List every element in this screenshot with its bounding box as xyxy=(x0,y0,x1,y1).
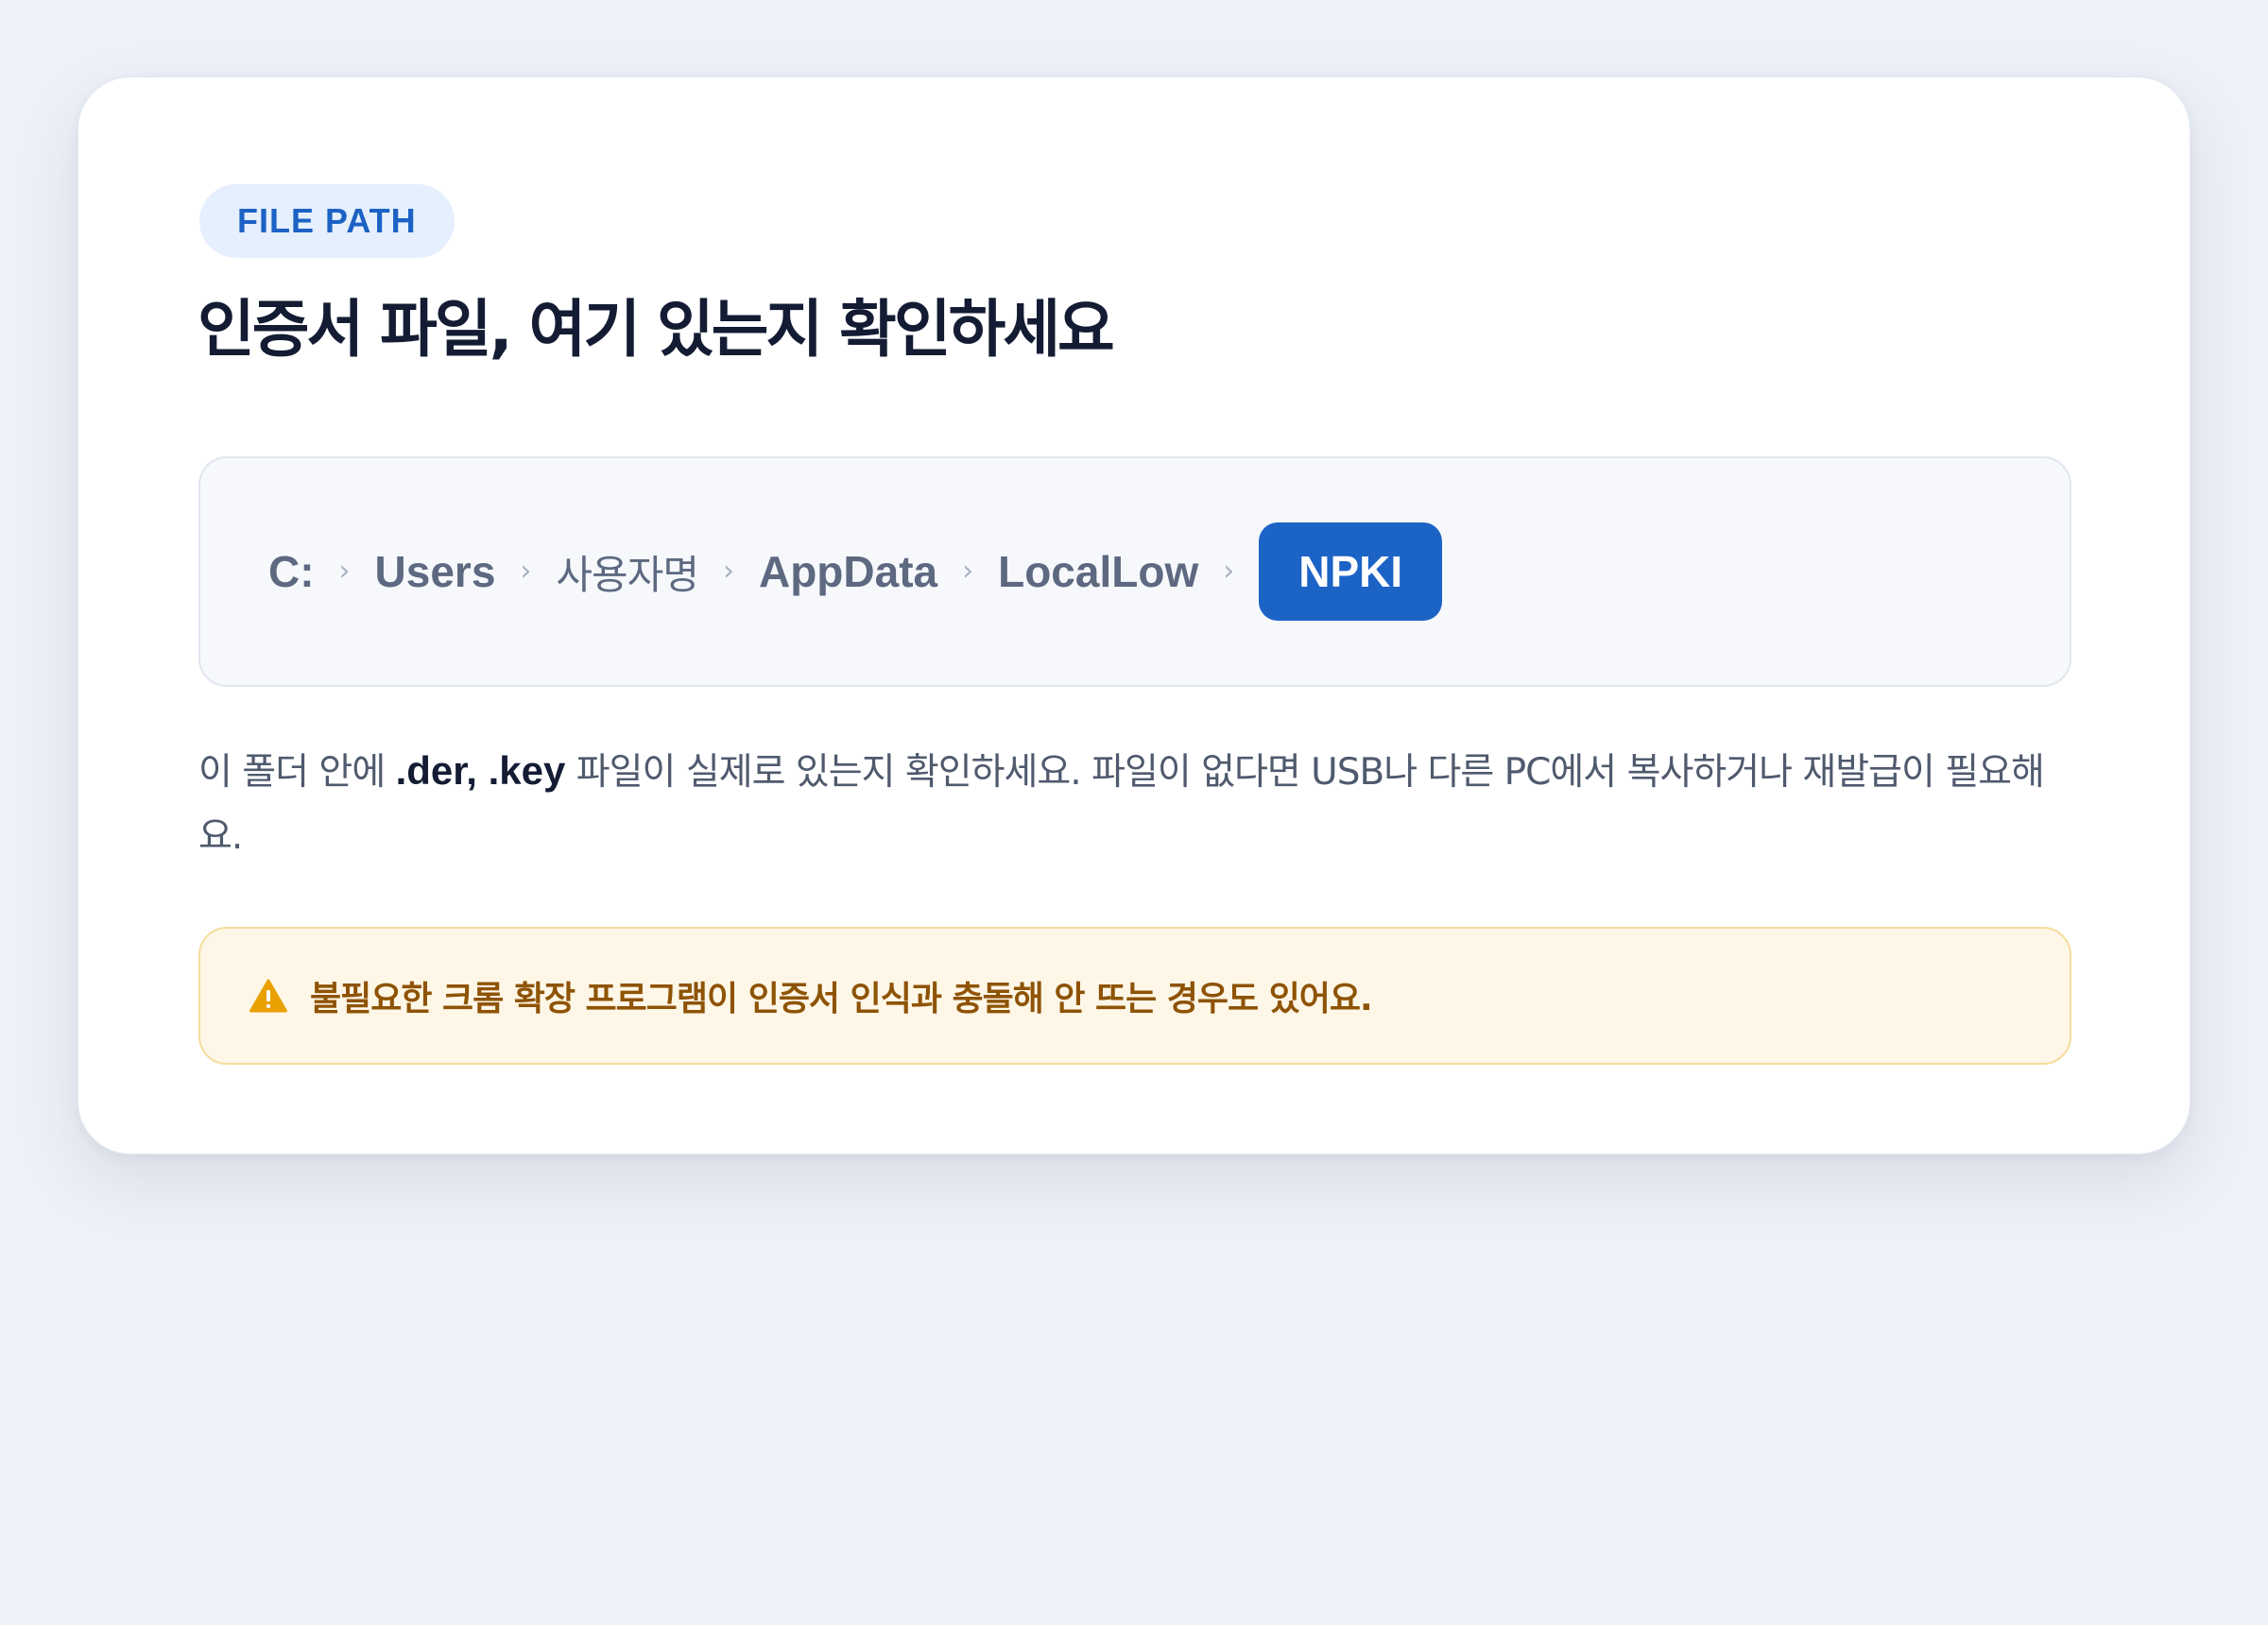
chevron-right-icon: › xyxy=(520,555,532,588)
chevron-right-icon: › xyxy=(962,555,974,588)
breadcrumb-item-username[interactable]: 사용자명 xyxy=(556,543,699,601)
chevron-right-icon: › xyxy=(1223,555,1235,588)
page-title: 인증서 파일, 여기 있는지 확인하세요 xyxy=(198,293,1115,366)
warning-callout: 불필요한 크롬 확장 프로그램이 인증서 인식과 충돌해 안 뜨는 경우도 있어… xyxy=(198,927,2071,1065)
warning-triangle-icon xyxy=(249,979,287,1013)
chevron-right-icon: › xyxy=(338,555,351,588)
file-path-badge: FILE PATH xyxy=(199,184,455,258)
file-path-card: FILE PATH 인증서 파일, 여기 있는지 확인하세요 C: › User… xyxy=(77,77,2191,1155)
description-text: 이 폴더 안에 .der, .key 파일이 실제로 있는지 확인하세요. 파일… xyxy=(198,739,2079,869)
description-before: 이 폴더 안에 xyxy=(198,751,396,794)
chevron-right-icon: › xyxy=(722,555,734,588)
breadcrumb: C: › Users › 사용자명 › AppData › LocalLow ›… xyxy=(198,456,2071,687)
file-extensions: .der, .key xyxy=(395,748,566,793)
breadcrumb-item-users[interactable]: Users xyxy=(375,546,496,597)
breadcrumb-item-locallow[interactable]: LocalLow xyxy=(998,546,1198,597)
breadcrumb-item-drive[interactable]: C: xyxy=(268,546,315,597)
warning-text: 불필요한 크롬 확장 프로그램이 인증서 인식과 충돌해 안 뜨는 경우도 있어… xyxy=(310,980,1373,1018)
breadcrumb-item-npki-active[interactable]: NPKI xyxy=(1259,522,1443,621)
breadcrumb-item-appdata[interactable]: AppData xyxy=(759,546,937,597)
